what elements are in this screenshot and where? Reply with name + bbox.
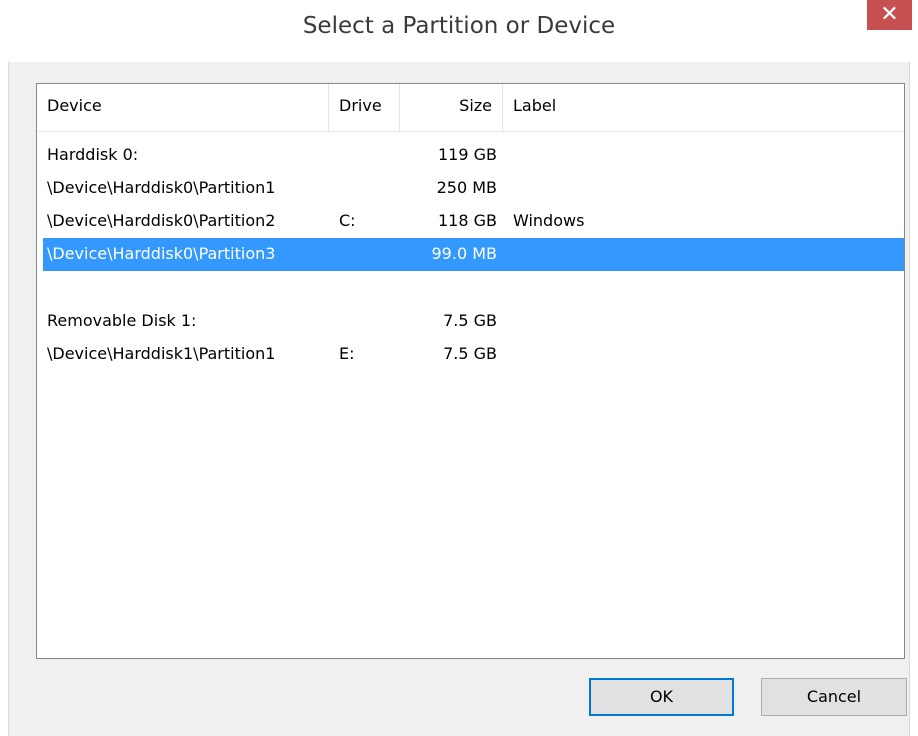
cell-drive: E: — [339, 344, 355, 363]
cell-size: 250 MB — [436, 178, 497, 197]
cell-label — [513, 139, 893, 172]
cell-device: Removable Disk 1: — [47, 311, 197, 330]
column-header-device[interactable]: Device — [37, 84, 329, 131]
cell-device — [47, 271, 329, 304]
cell-label — [513, 172, 893, 205]
list-row-partition2[interactable]: \Device\Harddisk0\Partition2 C: 118 GB W… — [43, 205, 904, 238]
cell-drive: C: — [339, 211, 356, 230]
column-header-drive[interactable]: Drive — [329, 84, 400, 131]
cell-device: \Device\Harddisk0\Partition2 — [47, 211, 276, 230]
cell-size: 119 GB — [438, 145, 497, 164]
dialog-window: Select a Partition or Device ✕ Device Dr… — [0, 0, 918, 736]
ok-button[interactable]: OK — [589, 678, 734, 716]
list-row-removable-disk1[interactable]: Removable Disk 1: 7.5 GB — [43, 305, 904, 338]
cell-size: 7.5 GB — [443, 344, 497, 363]
device-list[interactable]: Device Drive Size Label Harddisk 0: 119 … — [36, 83, 905, 659]
cell-device: \Device\Harddisk0\Partition3 — [47, 244, 276, 263]
cell-drive — [339, 238, 399, 271]
column-header-size[interactable]: Size — [400, 84, 503, 131]
cell-label — [513, 305, 893, 338]
list-row-harddisk0[interactable]: Harddisk 0: 119 GB — [43, 139, 904, 172]
list-row-harddisk1-partition1[interactable]: \Device\Harddisk1\Partition1 E: 7.5 GB — [43, 338, 904, 371]
cell-drive — [339, 139, 399, 172]
cell-label — [513, 338, 893, 371]
cell-size: 7.5 GB — [443, 311, 497, 330]
cancel-button[interactable]: Cancel — [761, 678, 907, 716]
cell-device: \Device\Harddisk0\Partition1 — [47, 178, 276, 197]
dialog-title: Select a Partition or Device — [302, 13, 616, 39]
cell-size: 118 GB — [438, 211, 497, 230]
list-row-partition1[interactable]: \Device\Harddisk0\Partition1 250 MB — [43, 172, 904, 205]
cell-device: Harddisk 0: — [47, 145, 139, 164]
column-header-label[interactable]: Label — [503, 84, 904, 131]
cell-label: Windows — [513, 211, 585, 230]
close-button[interactable]: ✕ — [867, 0, 912, 30]
list-header: Device Drive Size Label — [37, 84, 904, 132]
title-bar: Select a Partition or Device ✕ — [0, 0, 918, 62]
list-row-spacer — [43, 271, 904, 304]
list-row-partition3-selected[interactable]: \Device\Harddisk0\Partition3 99.0 MB — [43, 238, 904, 271]
cell-drive — [339, 305, 399, 338]
dialog-body: Device Drive Size Label Harddisk 0: 119 … — [8, 62, 910, 736]
cell-drive — [339, 172, 399, 205]
cell-label — [513, 238, 893, 271]
cell-device: \Device\Harddisk1\Partition1 — [47, 344, 276, 363]
close-icon: ✕ — [880, 2, 899, 27]
cell-size: 99.0 MB — [431, 244, 498, 263]
